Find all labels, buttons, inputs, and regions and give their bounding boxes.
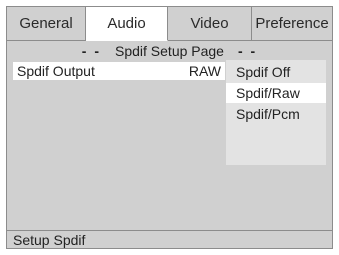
tab-bar: General Audio Video Preference (7, 7, 332, 41)
option-spdif-off[interactable]: Spdif Off (226, 62, 326, 82)
option-spdif-pcm[interactable]: Spdif/Pcm (226, 104, 326, 124)
option-spdif-raw[interactable]: Spdif/Raw (226, 83, 326, 103)
spdif-output-row[interactable]: Spdif Output RAW (13, 62, 225, 80)
status-text: Setup Spdif (13, 232, 86, 248)
tab-audio[interactable]: Audio (86, 7, 168, 41)
tab-label: Audio (107, 15, 146, 32)
options-list: Spdif Off Spdif/Raw Spdif/Pcm (226, 60, 326, 165)
setting-label: Spdif Output (17, 63, 95, 79)
page-title-text: Spdif Setup Page (115, 43, 224, 59)
title-dots-left: - - (81, 43, 101, 59)
tab-video[interactable]: Video (168, 7, 252, 41)
tab-label: Preference (255, 15, 329, 32)
tab-preference[interactable]: Preference (252, 7, 332, 41)
setting-value: RAW (188, 63, 221, 79)
tab-general[interactable]: General (7, 7, 86, 41)
setup-menu-window: General Audio Video Preference - - Spdif … (6, 6, 333, 249)
title-dots-right: - - (237, 43, 258, 59)
tab-label: General (19, 15, 73, 32)
page-title: - - Spdif Setup Page - - (7, 43, 332, 61)
tab-label: Video (190, 15, 229, 32)
status-bar: Setup Spdif (7, 230, 332, 248)
